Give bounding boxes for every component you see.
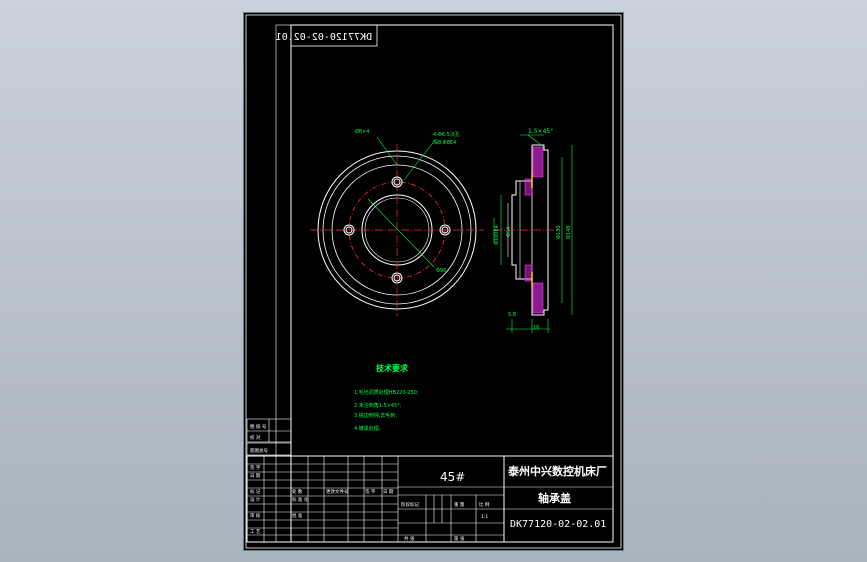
- dim-left-2: Φ64: [506, 227, 512, 237]
- tech-req-item: 4.镀黑处理。: [354, 425, 384, 432]
- callout-thread: Ø8×4: [355, 128, 370, 135]
- dim-bottom-2: 16: [533, 325, 539, 331]
- tech-req-item: 2.未注倒角1.5×45°;: [354, 402, 402, 409]
- tb-cell: 日 期: [383, 489, 394, 495]
- tb-cell: 设 计: [250, 496, 261, 503]
- tb-cell: 审 核: [250, 512, 261, 519]
- hatch-region: [532, 146, 544, 178]
- tb-cell: 更改文件号: [326, 488, 349, 495]
- dim-chamfer: 1.5×45°: [528, 128, 553, 135]
- tech-req-item: 1.毛坯调质处理HB220-250;: [354, 389, 419, 396]
- tb-cell: 日 期: [250, 473, 261, 479]
- tech-req-item: 3.锐边倒钝,去毛刺;: [354, 412, 397, 419]
- tb-cell: 比 例: [479, 501, 490, 508]
- tb-cell: 签 字: [365, 488, 376, 495]
- scale-value: 1:1: [481, 514, 488, 520]
- hatch-region: [524, 264, 533, 282]
- company-name: 泰州中兴数控机床厂: [507, 464, 607, 478]
- dim-right-2: Φ148: [566, 226, 572, 239]
- stamp-cell: 校 对: [250, 434, 261, 441]
- tb-cell: 标 记: [250, 488, 261, 495]
- bolt-hole: [391, 176, 403, 188]
- cad-drawing: DK77120-02-02.01 Ø8×4 4-Φ6.5沉孔 深8,Φ8E4 Φ…: [245, 14, 622, 549]
- dim-bottom-1: 5.8: [508, 312, 516, 318]
- tb-cell: 签 字: [250, 464, 261, 471]
- tb-cell: 重 量: [454, 501, 465, 508]
- front-view: [310, 136, 484, 316]
- callout-holes-2: 深8,Φ8E4: [433, 139, 456, 146]
- mirrored-drawing-number: DK77120-02-02.01: [276, 32, 372, 43]
- tb-cell: 处 数: [292, 488, 303, 495]
- tb-cell: 批 准: [292, 512, 303, 519]
- stamp-cell: 图 纸 号: [250, 423, 267, 430]
- dim-left-1: Φ100E4: [494, 225, 500, 245]
- material-text: 45#: [440, 470, 465, 484]
- stamp-cell: 底图总号: [250, 447, 268, 454]
- tech-req-title: 技术要求: [376, 363, 409, 373]
- drawing-sheet: DK77120-02-02.01 Ø8×4 4-Φ6.5沉孔 深8,Φ8E4 Φ…: [244, 13, 623, 550]
- tb-cell: 共 张: [404, 535, 415, 542]
- tb-cell: 工 艺: [250, 529, 261, 535]
- part-name: 轴承盖: [538, 491, 571, 505]
- hatch-region: [532, 282, 544, 314]
- tb-cell: 阶段标记: [401, 501, 419, 508]
- tb-cell: 第 张: [454, 535, 465, 542]
- dim-right-1: Φ130: [556, 226, 562, 239]
- leader-line: [367, 198, 435, 268]
- tb-cell: 标 准 化: [292, 496, 309, 503]
- drawing-number: DK77120-02-02.01: [510, 519, 606, 530]
- callout-holes-1: 4-Φ6.5沉孔: [433, 131, 460, 138]
- hatch-region: [524, 178, 533, 196]
- dim-pcd: Φ96: [436, 268, 446, 274]
